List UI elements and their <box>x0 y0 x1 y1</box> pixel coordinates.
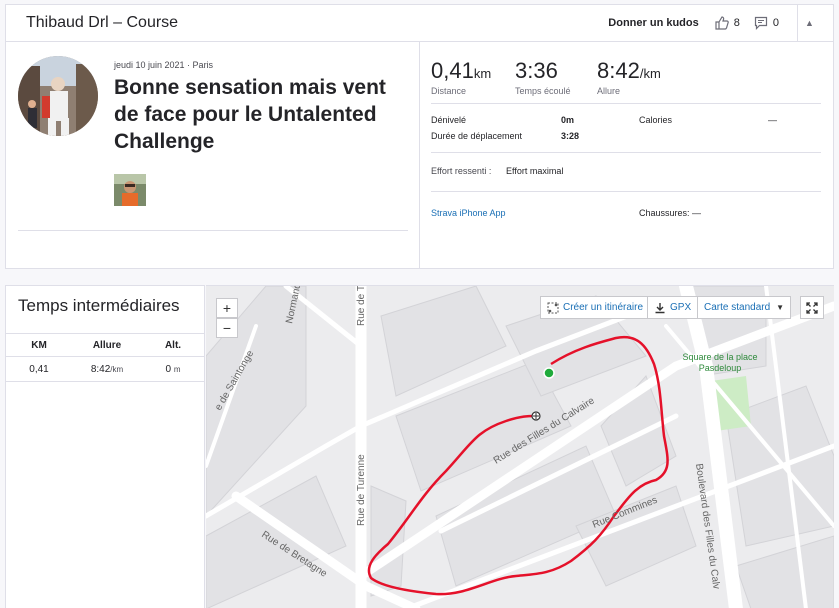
collapse-button[interactable]: ▲ <box>797 4 821 42</box>
kudos-count-button[interactable]: 8 <box>715 16 740 30</box>
activity-stats: 0,41km Distance 3:36 Temps écoulé 8:42/k… <box>431 42 823 268</box>
elevation-label: Dénivelé <box>431 115 467 125</box>
divider <box>18 230 408 231</box>
download-icon <box>655 302 665 313</box>
column-header-km: KM <box>31 339 47 351</box>
pace-stat: 8:42/km Allure <box>597 58 661 96</box>
activity-card: Thibaud Drl – Course Donner un kudos 8 0… <box>5 4 834 269</box>
device-link[interactable]: Strava iPhone App <box>431 208 506 218</box>
start-marker <box>543 367 555 379</box>
splits-title: Temps intermédiaires <box>18 296 180 315</box>
street-label-turenne: Rue de Turenne <box>356 454 367 526</box>
divider <box>431 103 821 104</box>
activity-date-location: jeudi 10 juin 2021 · Paris <box>114 60 214 70</box>
divider <box>431 152 821 153</box>
pace-label: Allure <box>597 86 621 96</box>
elapsed-time-label: Temps écoulé <box>515 86 571 96</box>
gpx-label: GPX <box>670 302 692 313</box>
split-pace-unit: /km <box>110 365 124 374</box>
elapsed-time-value: 3:36 <box>515 58 558 83</box>
perceived-effort-label: Effort ressenti : <box>431 166 492 176</box>
table-row[interactable]: 0,41 8:42/km 0 m <box>6 358 204 382</box>
column-header-alt: Alt. <box>164 339 182 351</box>
activity-summary: jeudi 10 juin 2021 · Paris Bonne sensati… <box>6 42 420 268</box>
gpx-download-button[interactable]: GPX <box>647 296 699 319</box>
activity-header: Thibaud Drl – Course Donner un kudos 8 0… <box>6 4 833 42</box>
avatar[interactable] <box>18 56 98 136</box>
split-pace: 8:42/km <box>72 364 142 375</box>
caret-down-icon: ▼ <box>776 303 784 312</box>
splits-panel: Temps intermédiaires KM Allure Alt. 0,41… <box>5 285 205 608</box>
shoes-info: Chaussures: — <box>639 208 702 218</box>
distance-unit: km <box>473 66 492 81</box>
map-canvas[interactable]: Normandie e de Saintonge Rue de T Rue de… <box>206 286 834 608</box>
activity-title[interactable]: Bonne sensation mais vent de face pour l… <box>114 74 404 155</box>
zoom-in-button[interactable]: + <box>216 298 238 318</box>
create-route-button[interactable]: Créer un itinéraire <box>540 296 651 319</box>
comment-count: 0 <box>772 17 779 29</box>
pace-value: 8:42 <box>597 58 640 83</box>
split-pace-value: 8:42 <box>90 364 111 375</box>
route-icon <box>547 302 559 313</box>
split-alt-unit: m <box>173 365 181 374</box>
column-header-pace: Allure <box>92 339 122 351</box>
perceived-effort-value: Effort maximal <box>506 166 564 176</box>
elevation-value: 0m <box>561 115 575 125</box>
kudos-count: 8 <box>733 17 740 29</box>
photo-thumbnail[interactable] <box>114 174 146 206</box>
moving-time-value: 3:28 <box>561 131 580 141</box>
expand-icon <box>806 301 818 314</box>
distance-stat: 0,41km Distance <box>431 58 491 96</box>
split-km: 0,41 <box>29 364 49 375</box>
pace-unit: /km <box>639 66 661 81</box>
map-type-label: Carte standard <box>704 302 771 313</box>
comment-icon <box>754 16 767 30</box>
calories-value: — <box>768 115 777 125</box>
elapsed-time-stat: 3:36 Temps écoulé <box>515 58 571 96</box>
fullscreen-button[interactable] <box>800 296 824 319</box>
create-route-label: Créer un itinéraire <box>563 302 644 313</box>
split-alt: 0 m <box>142 364 204 375</box>
comments-button[interactable]: 0 <box>754 16 779 30</box>
route-map[interactable]: Normandie e de Saintonge Rue de T Rue de… <box>206 285 834 608</box>
calories-label: Calories <box>639 115 673 125</box>
split-alt-value: 0 <box>165 364 172 375</box>
distance-value: 0,41 <box>431 58 474 83</box>
map-type-dropdown[interactable]: Carte standard ▼ <box>697 296 791 319</box>
street-label-turenne-top: Rue de T <box>356 286 367 326</box>
activity-header-title: Thibaud Drl – Course <box>26 14 179 31</box>
park-label-line2: Pasdeloup <box>699 363 742 373</box>
moving-time-label: Durée de déplacement <box>431 131 523 141</box>
park-label-line1: Square de la place <box>682 352 757 362</box>
distance-label: Distance <box>431 86 467 96</box>
divider <box>431 191 821 192</box>
chevron-up-icon: ▲ <box>805 18 814 28</box>
zoom-out-button[interactable]: − <box>216 318 238 338</box>
splits-header-row: KM Allure Alt. <box>6 333 204 357</box>
give-kudos-button[interactable]: Donner un kudos <box>608 17 698 29</box>
thumbs-up-icon <box>715 16 729 30</box>
